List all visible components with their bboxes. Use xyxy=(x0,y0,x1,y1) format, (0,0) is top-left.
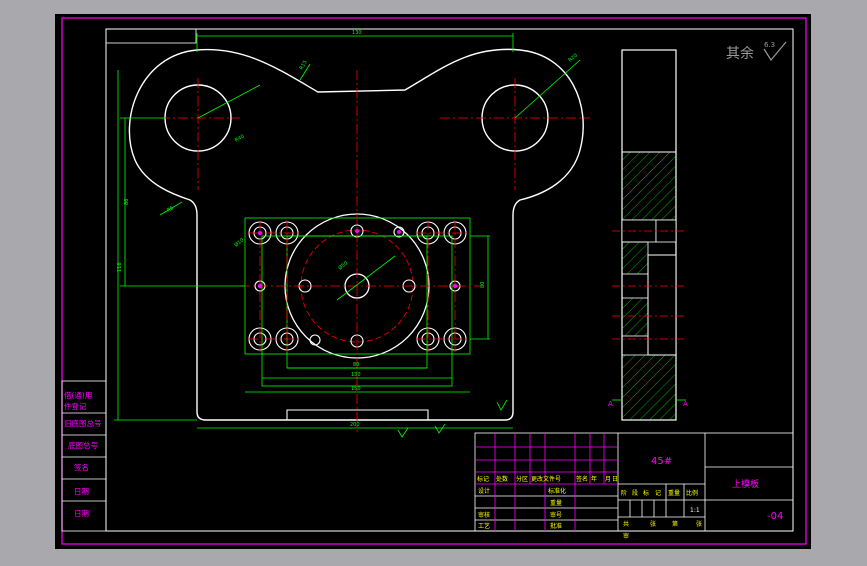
sheet-unit2: 张 xyxy=(696,520,702,528)
row-design: 设计 xyxy=(478,487,490,495)
sheet-background xyxy=(55,14,811,549)
dim-right-height: 80 xyxy=(480,282,486,288)
hatch-top xyxy=(621,151,677,221)
dim-top-width: 130 xyxy=(352,30,362,36)
roughness-value: 6.3 xyxy=(764,41,775,49)
row-standard: 标准化 xyxy=(548,487,566,495)
rev-header-zone: 分区 xyxy=(516,475,528,483)
dim-bottom-w3: 150 xyxy=(351,386,361,392)
dim-bottom-w1: 80 xyxy=(353,362,359,368)
sheet-total: 共 xyxy=(623,520,629,528)
row-review: 审号 xyxy=(550,511,562,519)
section-label-a: A xyxy=(608,400,613,408)
side-label-date2: 日期 xyxy=(74,509,89,518)
side-label-base: 底图总号 xyxy=(68,440,98,450)
surface-note: 其余 xyxy=(726,45,754,62)
rh-scale: 比例 xyxy=(686,489,698,497)
rev-header-doc: 更改文件号 xyxy=(531,475,561,483)
rev-header-mark: 标记 xyxy=(477,475,489,483)
side-label-borrow: 借(通)用 xyxy=(64,390,92,400)
section-label-b: A xyxy=(683,400,688,408)
drawing-sheet: 借(通)用 件登记 旧底图总号 底图总号 签名 日期 日期 其余 6.3 130… xyxy=(55,14,811,549)
row-process: 工艺 xyxy=(478,522,490,530)
rev-header-count: 处数 xyxy=(496,475,508,483)
hatch-bottom xyxy=(621,354,677,421)
rh-mark1: 标 xyxy=(643,489,649,497)
row-check: 审核 xyxy=(478,511,490,519)
hatch-lower xyxy=(621,297,649,337)
side-label-register: 件登记 xyxy=(64,401,87,411)
rev-header-sign: 签名 xyxy=(576,475,588,483)
extra-mark: 审 xyxy=(623,532,629,540)
rev-header-day: 日 xyxy=(612,476,618,483)
side-label-date1: 日期 xyxy=(74,487,89,496)
rev-header-year: 年 xyxy=(591,475,597,483)
material-value: 45# xyxy=(651,456,672,467)
dim-left-height-total: 116 xyxy=(117,262,123,272)
rh-stage2: 段 xyxy=(632,489,638,497)
row-weight: 重量 xyxy=(550,499,562,507)
row-approve: 批准 xyxy=(550,522,562,530)
side-label-old-base: 旧底图总号 xyxy=(64,418,102,428)
cad-viewport[interactable]: 借(通)用 件登记 旧底图总号 底图总号 签名 日期 日期 其余 6.3 130… xyxy=(0,0,867,562)
rh-stage1: 阶 xyxy=(621,489,627,497)
rh-weight: 重量 xyxy=(668,489,680,497)
dim-bottom-w4: 200 xyxy=(350,422,360,428)
part-name: 上模板 xyxy=(732,478,759,490)
sheet-unit1: 张 xyxy=(650,520,656,528)
dim-bottom-w2: 130 xyxy=(351,372,361,378)
center-bore-section xyxy=(647,254,677,356)
sheet-no: 第 xyxy=(672,520,678,528)
dim-left-height-top: 86 xyxy=(124,199,130,205)
drawing-number: -04 xyxy=(767,511,783,522)
hatch-mid-left xyxy=(621,241,649,275)
scale-value: 1:1 xyxy=(690,507,700,514)
side-label-sign: 签名 xyxy=(74,462,89,472)
rev-header-month: 月 xyxy=(605,476,611,483)
rh-mark2: 记 xyxy=(655,490,661,497)
